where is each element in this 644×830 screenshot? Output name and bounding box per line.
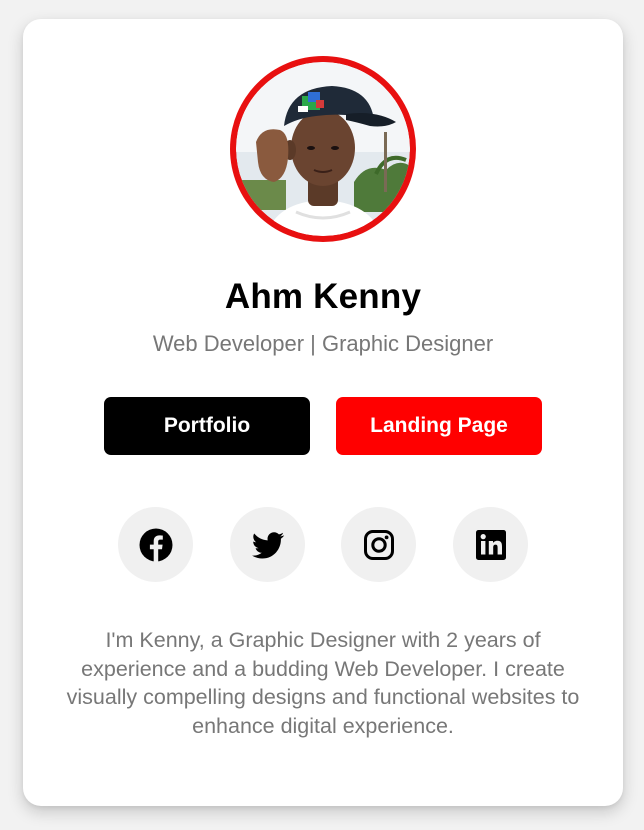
twitter-icon [251, 531, 284, 558]
facebook-icon [139, 528, 172, 562]
landing-page-button[interactable]: Landing Page [336, 397, 542, 455]
profile-card: Ahm Kenny Web Developer | Graphic Design… [23, 19, 623, 806]
portfolio-button[interactable]: Portfolio [104, 397, 310, 455]
instagram-icon [363, 529, 394, 560]
linkedin-icon [475, 529, 506, 560]
facebook-link[interactable] [118, 507, 193, 582]
profile-name: Ahm Kenny [224, 277, 422, 316]
avatar [230, 56, 416, 242]
twitter-link[interactable] [230, 507, 305, 582]
linkedin-link[interactable] [453, 507, 528, 582]
profile-role: Web Developer | Graphic Designer [152, 331, 494, 356]
instagram-link[interactable] [341, 507, 416, 582]
bio-text: I'm Kenny, a Graphic Designer with 2 yea… [66, 628, 580, 738]
avatar-photo [236, 62, 410, 236]
